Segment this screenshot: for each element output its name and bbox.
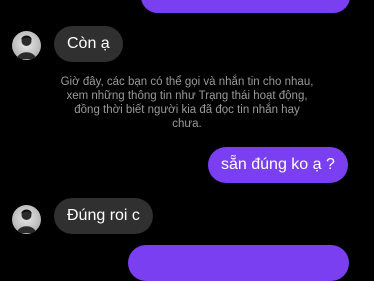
message-text: Còn ạ bbox=[67, 35, 110, 52]
outgoing-message-bubble[interactable]: sẵn đúng ko ạ ? bbox=[208, 147, 348, 183]
outgoing-message-bubble-partial[interactable] bbox=[141, 0, 350, 13]
user-avatar-icon bbox=[17, 209, 36, 233]
message-text: Đúng roi c bbox=[67, 207, 140, 224]
system-notice: Giờ đây, các bạn có thể gọi và nhắn tin … bbox=[60, 76, 314, 130]
user-avatar-icon bbox=[17, 35, 36, 59]
contact-avatar[interactable] bbox=[12, 31, 41, 60]
outgoing-message-bubble-partial[interactable] bbox=[128, 245, 349, 281]
incoming-message-bubble[interactable]: Còn ạ bbox=[54, 26, 123, 62]
contact-avatar[interactable] bbox=[12, 205, 41, 234]
incoming-message-bubble[interactable]: Đúng roi c bbox=[54, 198, 153, 234]
message-text: sẵn đúng ko ạ ? bbox=[221, 156, 335, 173]
